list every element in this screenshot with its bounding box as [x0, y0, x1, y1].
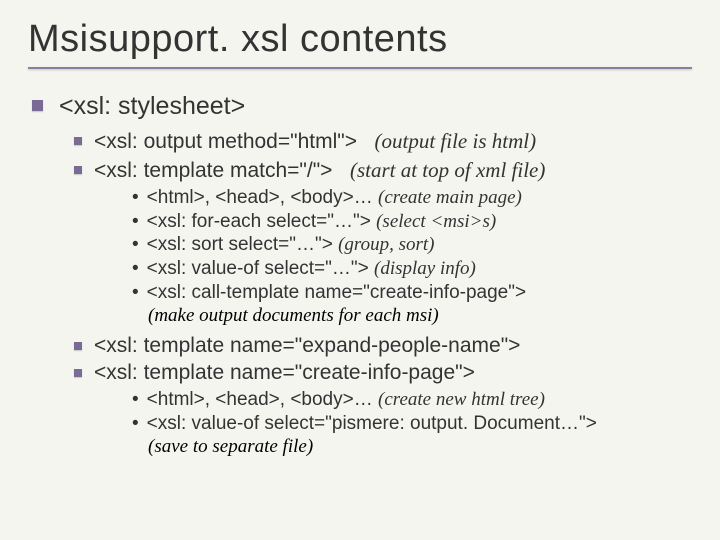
level2-text: <xsl: template match="/"> (start at top … — [94, 157, 545, 184]
slide-title: Msisupport. xsl contents — [28, 18, 692, 61]
list-item: <xsl: template match="/"> (start at top … — [74, 157, 692, 184]
bullet-square-icon — [74, 369, 82, 377]
code-text: <xsl: template match="/"> — [94, 159, 332, 182]
level2-text: <xsl: template name="create-info-page"> — [94, 360, 475, 386]
code-text: <xsl: template name="create-info-page"> — [94, 361, 475, 384]
bullet-dot-icon: • — [132, 259, 139, 278]
note-text: (select <msi>s) — [376, 211, 496, 232]
level3-text: <xsl: call-template name="create-info-pa… — [147, 281, 526, 305]
list-item: <xsl: stylesheet> — [32, 91, 692, 122]
level3-text: <html>, <head>, <body>… (create main pag… — [147, 186, 522, 210]
title-rule — [28, 67, 692, 69]
list-item: • <xsl: sort select="…"> (group, sort) — [132, 233, 692, 257]
list-item: • <xsl: value-of select="pismere: output… — [132, 412, 692, 436]
code-text: <xsl: value-of select="pismere: output. … — [147, 413, 597, 434]
trailing-note: (save to separate file) — [148, 436, 692, 458]
bullet-dot-icon: • — [132, 235, 139, 254]
level2-text: <xsl: output method="html"> (output file… — [94, 128, 536, 155]
level3-text: <xsl: sort select="…"> (group, sort) — [147, 233, 435, 257]
code-text: <html>, <head>, <body>… — [147, 389, 373, 410]
list-item: • <html>, <head>, <body>… (create new ht… — [132, 388, 692, 412]
bullet-square-icon — [74, 342, 82, 350]
list-item: • <html>, <head>, <body>… (create main p… — [132, 186, 692, 210]
list-item: <xsl: template name="create-info-page"> — [74, 360, 692, 386]
code-text: <xsl: output method="html"> — [94, 130, 357, 153]
list-item: <xsl: output method="html"> (output file… — [74, 128, 692, 155]
code-text: <xsl: template name="expand-people-name"… — [94, 334, 520, 357]
level3-text: <xsl: value-of select="pismere: output. … — [147, 412, 597, 436]
level3-text: <xsl: for-each select="…"> (select <msi>… — [147, 210, 497, 234]
note-text: (create new html tree) — [378, 389, 545, 410]
bullet-square-icon — [32, 100, 43, 111]
note-text: (group, sort) — [338, 234, 434, 255]
list-item: <xsl: template name="expand-people-name"… — [74, 333, 692, 359]
level1-block: <xsl: stylesheet> — [32, 91, 692, 122]
trailing-note: (make output documents for each msi) — [148, 305, 692, 327]
code-text: <xsl: sort select="…"> — [147, 234, 333, 255]
slide: Msisupport. xsl contents <xsl: styleshee… — [0, 0, 720, 540]
level3-text: <xsl: value-of select="…"> (display info… — [147, 257, 476, 281]
level2-text: <xsl: template name="expand-people-name"… — [94, 333, 520, 359]
code-text: <xsl: for-each select="…"> — [147, 211, 371, 232]
bullet-dot-icon: • — [132, 283, 139, 302]
bullet-square-icon — [74, 137, 82, 145]
list-item: • <xsl: call-template name="create-info-… — [132, 281, 692, 305]
list-item: • <xsl: value-of select="…"> (display in… — [132, 257, 692, 281]
list-item: • <xsl: for-each select="…"> (select <ms… — [132, 210, 692, 234]
level3-text: <html>, <head>, <body>… (create new html… — [147, 388, 545, 412]
note-text: (output file is html) — [375, 129, 537, 153]
level3-block-b: • <html>, <head>, <body>… (create new ht… — [132, 388, 692, 436]
bullet-dot-icon: • — [132, 188, 139, 207]
note-text: (create main page) — [378, 187, 522, 208]
level1-text: <xsl: stylesheet> — [59, 91, 245, 122]
level3-block-a: • <html>, <head>, <body>… (create main p… — [132, 186, 692, 305]
bullet-square-icon — [74, 166, 82, 174]
bullet-dot-icon: • — [132, 212, 139, 231]
bullet-dot-icon: • — [132, 414, 139, 433]
bullet-dot-icon: • — [132, 390, 139, 409]
note-text: (start at top of xml file) — [350, 158, 545, 182]
code-text: <xsl: value-of select="…"> — [147, 258, 369, 279]
level2-block-b: <xsl: template name="expand-people-name"… — [74, 333, 692, 387]
code-text: <html>, <head>, <body>… — [147, 187, 373, 208]
note-text: (display info) — [374, 258, 476, 279]
level2-block-a: <xsl: output method="html"> (output file… — [74, 128, 692, 184]
code-text: <xsl: call-template name="create-info-pa… — [147, 282, 526, 303]
